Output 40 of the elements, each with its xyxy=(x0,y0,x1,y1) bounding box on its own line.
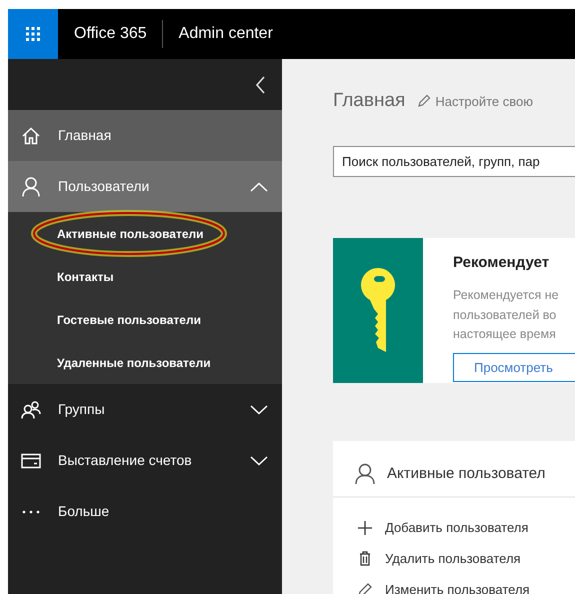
product-name[interactable]: Office 365 xyxy=(58,22,162,46)
submenu-item[interactable]: Контакты xyxy=(57,268,114,286)
key-icon xyxy=(361,268,395,352)
waffle-icon xyxy=(25,26,41,42)
chevron-down-icon xyxy=(250,456,268,466)
plus-icon xyxy=(357,520,373,536)
person-icon xyxy=(22,176,40,196)
home-icon xyxy=(22,126,40,144)
customize-link[interactable]: Настройте свою xyxy=(417,92,534,111)
page-title: Главная xyxy=(333,89,406,113)
more-icon xyxy=(21,510,41,514)
chevron-down-icon xyxy=(250,404,268,414)
pencil-icon xyxy=(417,94,432,108)
people-icon xyxy=(21,400,41,418)
search-field[interactable]: Поиск пользователей, групп, пар xyxy=(333,146,575,176)
recommendation-text: настоящее время xyxy=(453,326,557,343)
nav-item[interactable]: Выставление счетов xyxy=(8,435,282,486)
action-link[interactable]: Добавить пользователя xyxy=(333,512,575,543)
trash-icon xyxy=(359,551,371,566)
action-link[interactable]: Изменить пользователя xyxy=(333,574,575,594)
card-title: Активные пользовател xyxy=(387,464,546,484)
view-button[interactable]: Просмотреть xyxy=(453,352,575,382)
app-launcher-button[interactable] xyxy=(8,9,58,59)
chevron-left-icon xyxy=(256,76,266,94)
recommendation-text: Рекомендуется не xyxy=(453,287,560,304)
recommendation-title: Рекомендует xyxy=(453,252,550,272)
nav-item[interactable]: Пользователи xyxy=(8,161,282,212)
nav-item[interactable]: Больше xyxy=(8,486,282,537)
collapse-button[interactable] xyxy=(256,76,266,94)
nav-item[interactable]: Главная xyxy=(8,110,282,161)
action-link[interactable]: Удалить пользователя xyxy=(333,543,575,574)
submenu-item[interactable]: Удаленные пользователи xyxy=(57,354,211,372)
chevron-up-icon xyxy=(250,182,268,192)
card-icon xyxy=(21,452,41,468)
pencil-icon xyxy=(357,582,373,594)
app-title: Admin center xyxy=(178,24,273,44)
person-icon xyxy=(355,462,375,485)
nav-item[interactable]: Группы xyxy=(8,384,282,435)
recommendation-text: пользователей во xyxy=(453,306,558,324)
submenu-item[interactable]: Гостевые пользователи xyxy=(57,310,201,328)
